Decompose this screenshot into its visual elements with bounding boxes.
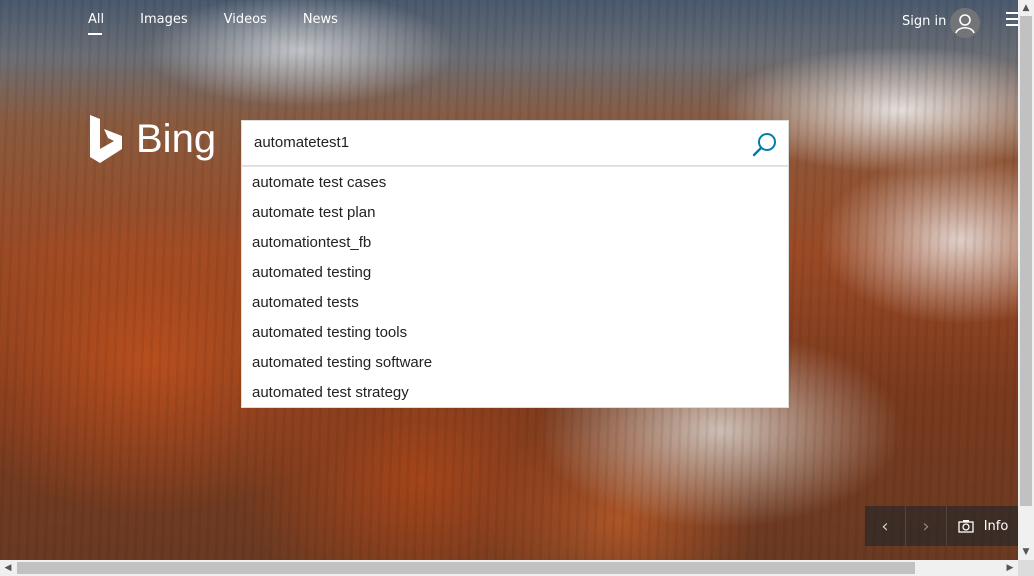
scroll-down-icon[interactable]: ▼ — [1018, 544, 1034, 560]
chevron-left-icon[interactable]: ‹ — [865, 506, 906, 546]
chevron-right-icon[interactable]: › — [906, 506, 947, 546]
info-button[interactable]: Info — [947, 506, 1020, 546]
sign-in-link[interactable]: Sign in — [902, 14, 946, 29]
bing-logo-icon — [90, 115, 122, 163]
tab-images[interactable]: Images — [140, 12, 188, 35]
tab-all[interactable]: All — [88, 12, 104, 35]
logo-text: Bing — [136, 116, 217, 161]
scroll-left-icon[interactable]: ◀ — [0, 560, 16, 576]
bing-logo[interactable]: Bing — [88, 113, 216, 165]
scroll-right-icon[interactable]: ▶ — [1002, 560, 1018, 576]
scroll-up-icon[interactable]: ▲ — [1018, 0, 1034, 16]
suggestion-item[interactable]: automated testing tools — [242, 318, 788, 348]
tab-news[interactable]: News — [303, 12, 338, 35]
scope-tabs: All Images Videos News — [88, 12, 374, 35]
horizontal-scroll-thumb[interactable] — [17, 562, 915, 574]
info-label: Info — [983, 518, 1009, 534]
suggestion-item[interactable]: automated tests — [242, 288, 788, 318]
suggestion-item[interactable]: automate test plan — [242, 198, 788, 228]
scrollbar-corner — [1018, 560, 1034, 576]
suggestion-item[interactable]: automate test cases — [242, 168, 788, 198]
vertical-scroll-thumb[interactable] — [1020, 16, 1032, 506]
search-icon[interactable] — [752, 131, 778, 157]
vertical-scrollbar[interactable]: ▲ ▼ — [1018, 0, 1034, 560]
hamburger-menu-icon[interactable] — [1006, 12, 1018, 26]
suggestion-item[interactable]: automated test strategy — [242, 378, 788, 408]
suggestion-item[interactable]: automationtest_fb — [242, 228, 788, 258]
suggestion-item[interactable]: automated testing software — [242, 348, 788, 378]
suggestion-list: automate test cases automate test plan a… — [241, 166, 789, 408]
image-controls: ‹ › Info — [865, 506, 1020, 546]
suggestion-item[interactable]: automated testing — [242, 258, 788, 288]
horizontal-scrollbar[interactable]: ◀ ▶ — [0, 560, 1018, 576]
camera-icon — [958, 520, 974, 533]
search-box — [241, 120, 789, 166]
tab-videos[interactable]: Videos — [224, 12, 267, 35]
user-icon[interactable] — [950, 8, 980, 38]
search-input[interactable] — [252, 133, 736, 152]
